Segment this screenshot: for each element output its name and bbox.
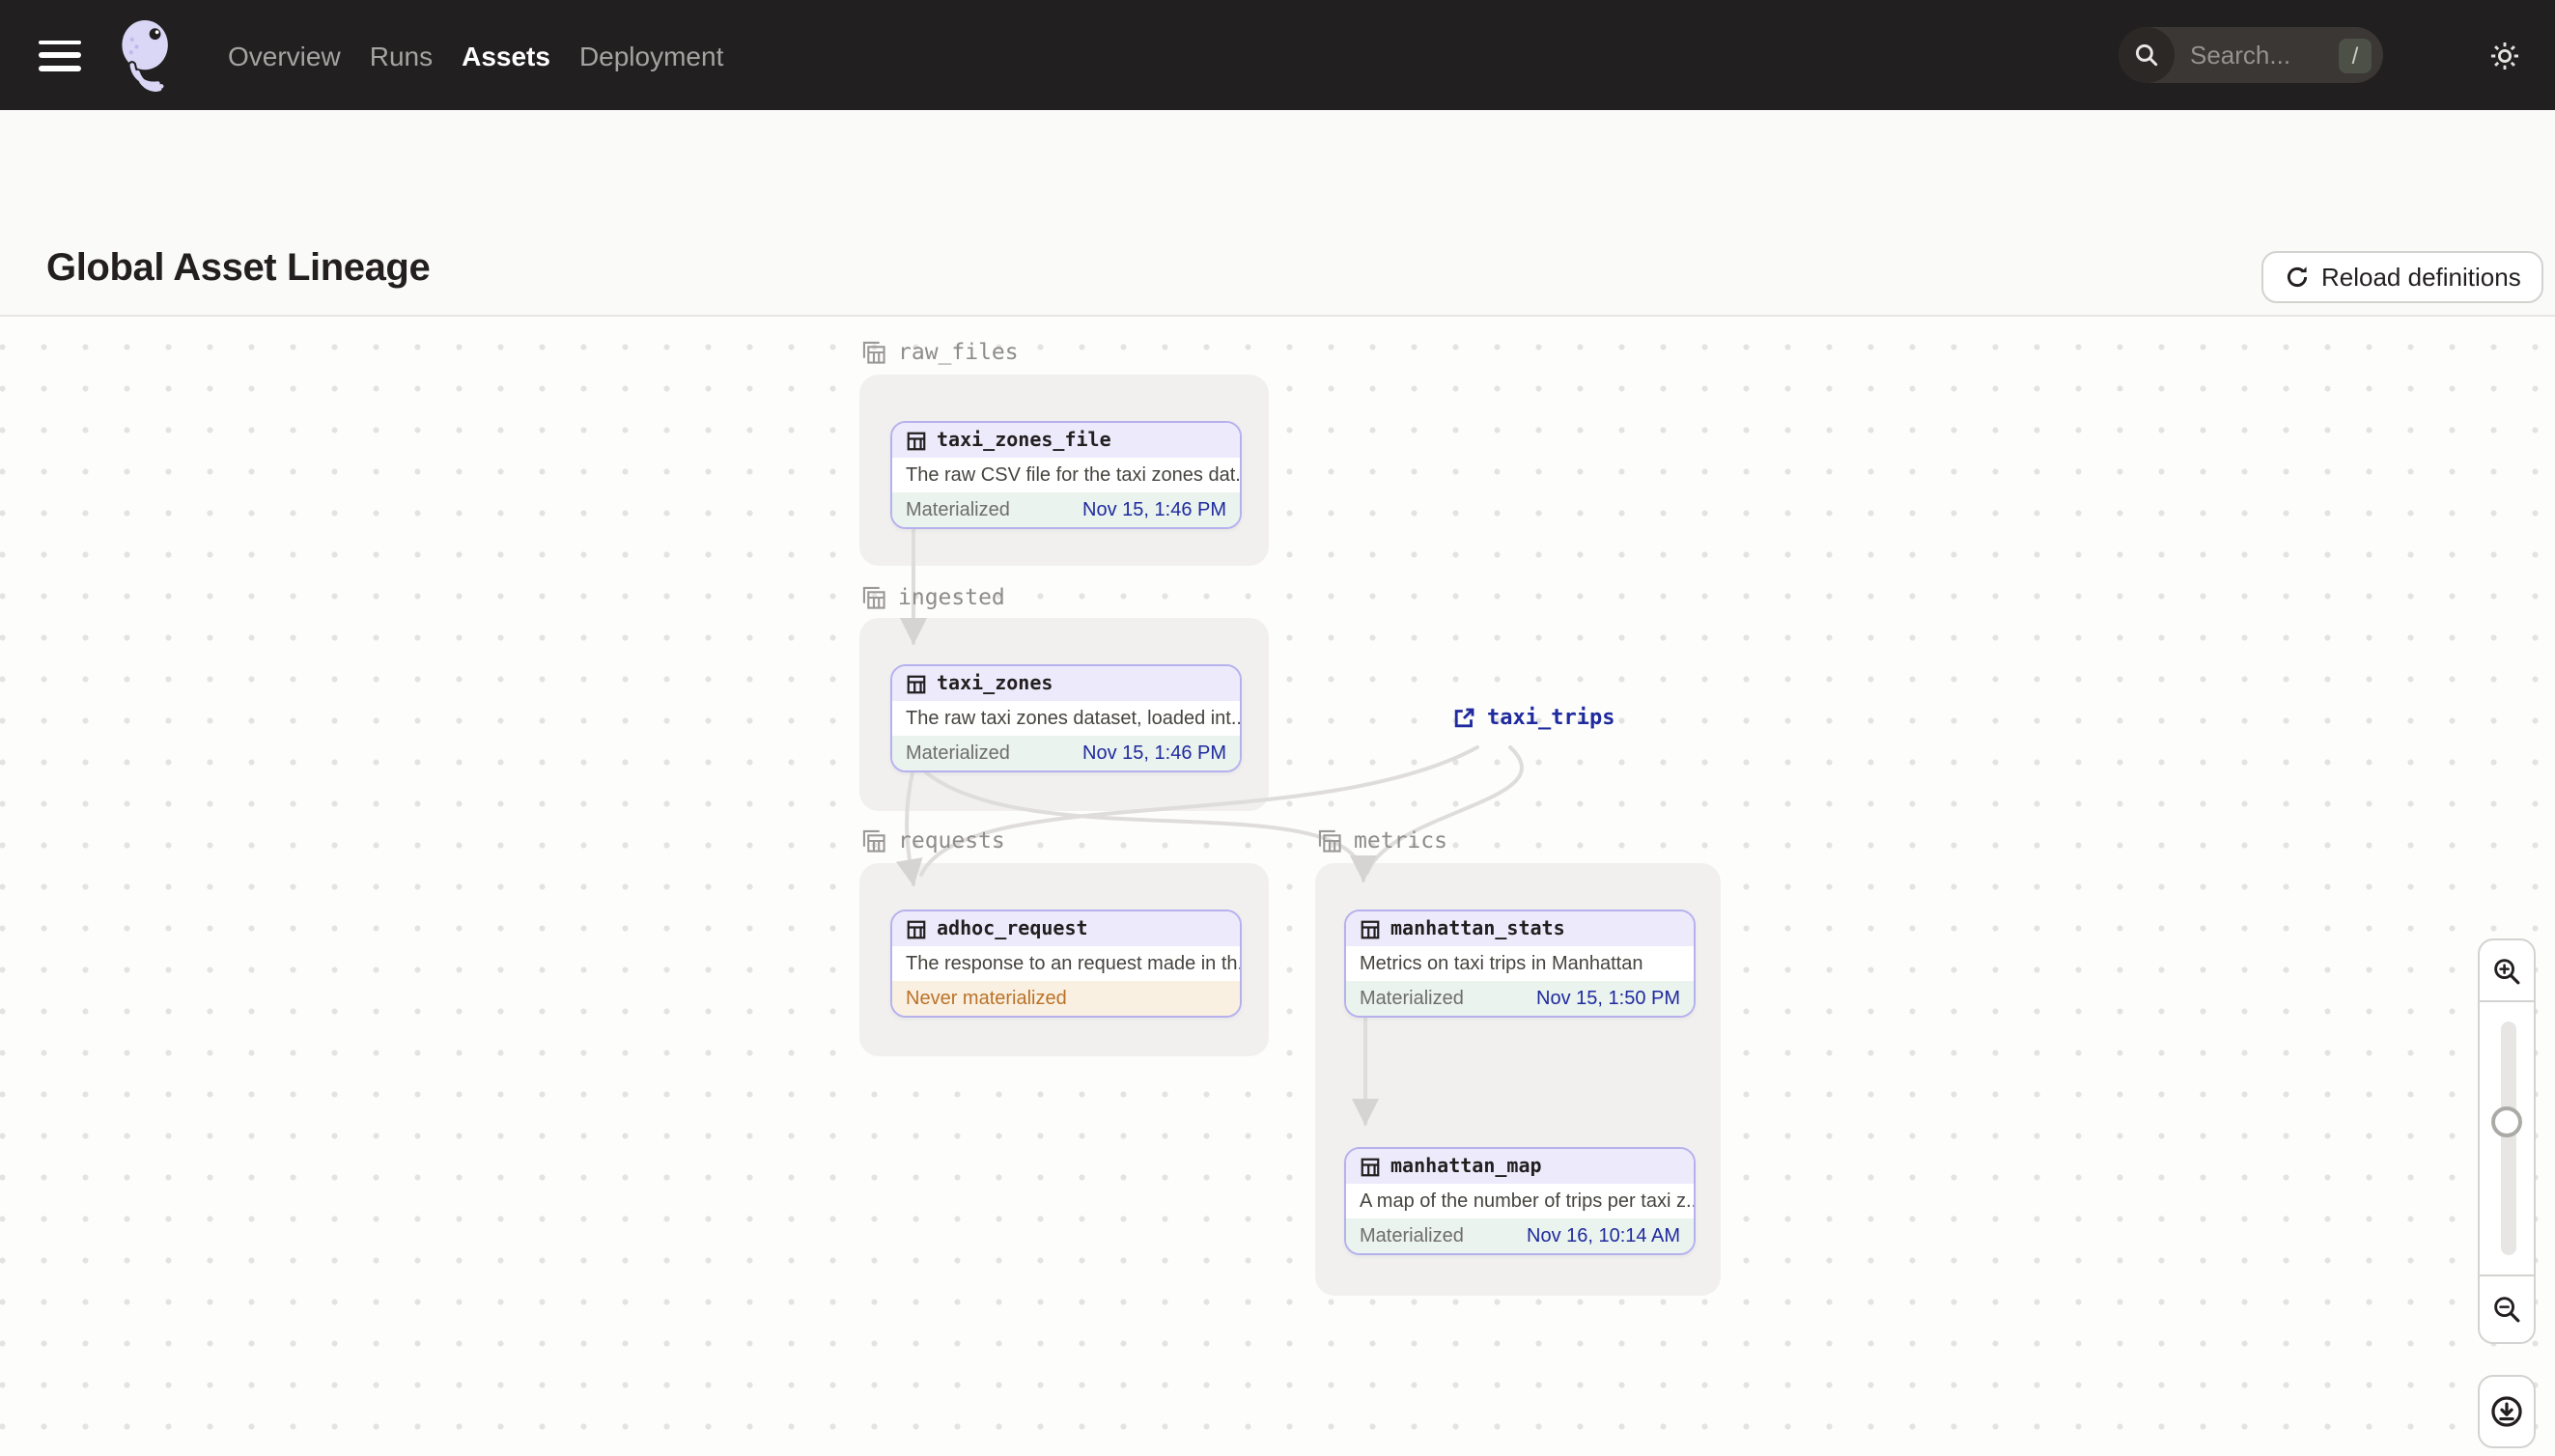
reload-definitions-button[interactable]: Reload definitions [2261, 251, 2544, 303]
asset-timestamp[interactable]: Nov 15, 1:46 PM [1082, 499, 1226, 520]
zoom-in-icon [2494, 958, 2520, 984]
reload-definitions-label: Reload definitions [2321, 263, 2521, 292]
group-name: raw_files [898, 338, 1019, 365]
asset-group-icon [1318, 828, 1341, 852]
top-nav: Overview Runs Assets Deployment Search..… [0, 0, 2555, 110]
asset-group-icon [862, 340, 885, 363]
asset-status: Materialized [1360, 1225, 1464, 1246]
asset-name: taxi_zones_file [937, 430, 1111, 451]
table-icon [1361, 1157, 1380, 1176]
group-label-requests[interactable]: requests [861, 826, 1005, 854]
external-link-icon [1454, 707, 1474, 727]
asset-description: Metrics on taxi trips in Manhattan [1346, 946, 1694, 981]
nav-item-runs[interactable]: Runs [370, 32, 433, 78]
asset-name: taxi_zones [937, 673, 1053, 694]
asset-description: The raw taxi zones dataset, loaded int..… [892, 701, 1240, 736]
group-name: requests [898, 826, 1005, 854]
group-name: metrics [1354, 826, 1447, 854]
page-title: Global Asset Lineage [46, 247, 431, 290]
table-icon [907, 919, 926, 938]
search-shortcut-badge: / [2339, 38, 2372, 72]
nav-item-deployment[interactable]: Deployment [579, 32, 723, 78]
nav-item-assets[interactable]: Assets [462, 32, 550, 78]
asset-description: A map of the number of trips per taxi z.… [1346, 1184, 1694, 1218]
page-header: Global Asset Lineage Reload definitions … [0, 110, 2555, 406]
search-icon [2119, 27, 2175, 83]
zoom-slider-track[interactable] [2491, 1022, 2522, 1255]
asset-status: Never materialized [906, 988, 1067, 1009]
group-name: ingested [898, 583, 1005, 610]
asset-node-adhoc-request[interactable]: adhoc_request The response to an request… [890, 910, 1242, 1018]
dagster-logo-icon[interactable] [110, 13, 183, 98]
asset-timestamp[interactable]: Nov 16, 10:14 AM [1527, 1225, 1680, 1246]
asset-group-icon [862, 585, 885, 608]
asset-name: manhattan_map [1390, 1156, 1542, 1177]
external-asset-name: taxi_trips [1487, 705, 1615, 730]
download-view-button[interactable] [2478, 1375, 2536, 1448]
table-icon [1361, 919, 1380, 938]
nav-links: Overview Runs Assets Deployment [228, 32, 723, 78]
asset-status: Materialized [906, 499, 1010, 520]
zoom-out-button[interactable] [2478, 1274, 2536, 1344]
external-asset-link-taxi-trips[interactable]: taxi_trips [1452, 705, 1614, 730]
search-input[interactable]: Search... / [2119, 27, 2383, 83]
menu-icon[interactable] [39, 40, 81, 70]
asset-description: The response to an request made in th... [892, 946, 1240, 981]
asset-node-manhattan-stats[interactable]: manhattan_stats Metrics on taxi trips in… [1344, 910, 1696, 1018]
search-placeholder: Search... [2190, 41, 2291, 70]
lineage-canvas[interactable]: raw_files ingested requests metrics taxi… [0, 319, 2555, 1456]
group-label-metrics[interactable]: metrics [1317, 826, 1447, 854]
dagster-app: Overview Runs Assets Deployment Search..… [0, 0, 2555, 1456]
lineage-edges [895, 523, 1524, 1126]
settings-gear-icon[interactable] [2487, 39, 2522, 73]
zoom-slider [2478, 1002, 2536, 1274]
table-icon [907, 431, 926, 450]
asset-status: Materialized [906, 742, 1010, 764]
asset-name: manhattan_stats [1390, 918, 1565, 939]
zoom-in-button[interactable] [2478, 938, 2536, 1002]
zoom-slider-handle[interactable] [2491, 1106, 2522, 1137]
group-label-ingested[interactable]: ingested [861, 583, 1005, 610]
asset-node-taxi-zones[interactable]: taxi_zones The raw taxi zones dataset, l… [890, 664, 1242, 772]
asset-node-taxi-zones-file[interactable]: taxi_zones_file The raw CSV file for the… [890, 421, 1242, 529]
asset-timestamp[interactable]: Nov 15, 1:50 PM [1536, 988, 1680, 1009]
download-icon [2491, 1396, 2522, 1427]
table-icon [907, 674, 926, 693]
asset-name: adhoc_request [937, 918, 1088, 939]
asset-group-icon [862, 828, 885, 852]
zoom-out-icon [2494, 1297, 2520, 1323]
asset-description: The raw CSV file for the taxi zones dat.… [892, 458, 1240, 492]
reload-icon [2288, 266, 2308, 288]
nav-item-overview[interactable]: Overview [228, 32, 341, 78]
zoom-controls [2478, 938, 2536, 1448]
asset-timestamp[interactable]: Nov 15, 1:46 PM [1082, 742, 1226, 764]
asset-node-manhattan-map[interactable]: manhattan_map A map of the number of tri… [1344, 1147, 1696, 1255]
asset-status: Materialized [1360, 988, 1464, 1009]
group-label-raw-files[interactable]: raw_files [861, 338, 1019, 365]
